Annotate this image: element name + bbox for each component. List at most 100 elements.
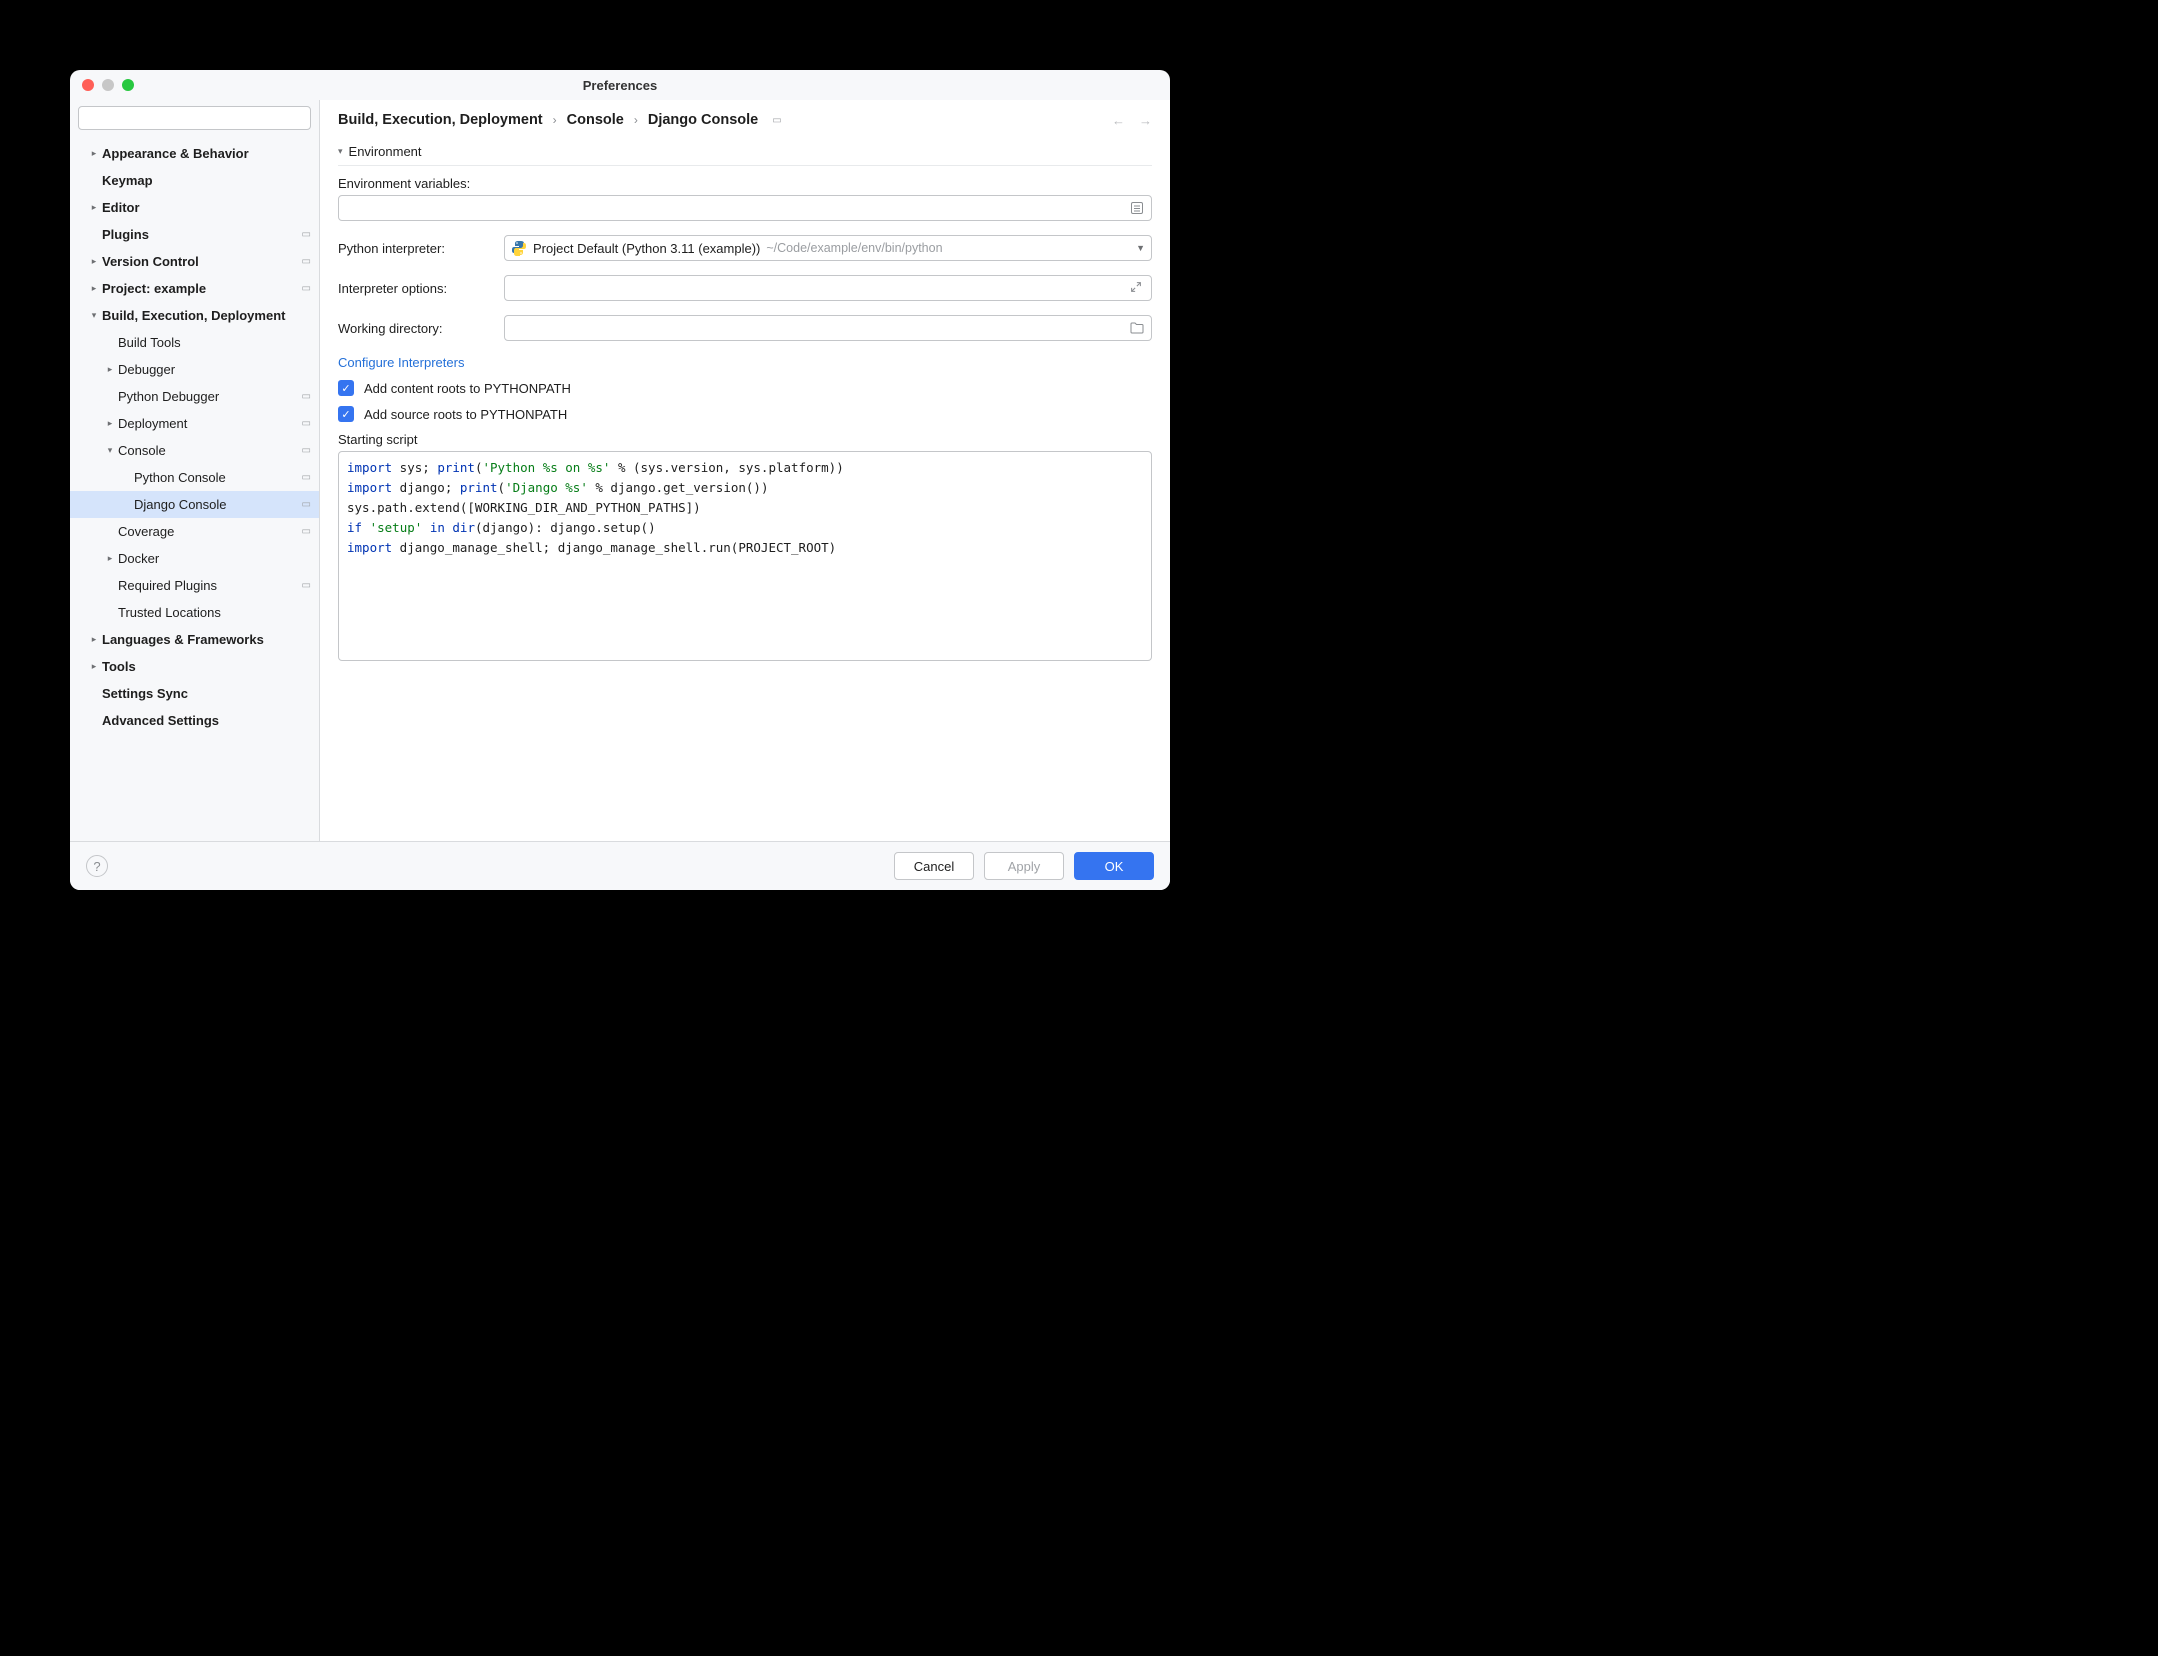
breadcrumb-sep: › [553,113,557,127]
env-vars-label: Environment variables: [338,176,496,191]
sidebar: ▸Appearance & BehaviorKeymap▸EditorPlugi… [70,100,320,841]
add-source-roots-checkbox[interactable]: ✓ Add source roots to PYTHONPATH [338,406,1152,422]
interpreter-options-label: Interpreter options: [338,281,496,296]
search-input[interactable] [78,106,311,130]
tree-item-docker[interactable]: ▸Docker [70,545,319,572]
chevron-right-icon: ▸ [86,148,102,159]
interpreter-label: Python interpreter: [338,241,496,256]
tree-item-project-example[interactable]: ▸Project: example▭ [70,275,319,302]
project-scope-badge-icon: ▭ [302,580,311,591]
interpreter-select[interactable]: Project Default (Python 3.11 (example)) … [504,235,1152,261]
cancel-button[interactable]: Cancel [894,852,974,880]
tree-item-python-debugger[interactable]: Python Debugger▭ [70,383,319,410]
tree-item-label: Advanced Settings [102,713,311,728]
folder-icon[interactable] [1129,320,1145,336]
settings-tree: ▸Appearance & BehaviorKeymap▸EditorPlugi… [70,136,319,835]
add-source-roots-label: Add source roots to PYTHONPATH [364,407,567,422]
preferences-window: Preferences ▸Appearance & BehaviorKeymap… [70,70,1170,890]
tree-item-deployment[interactable]: ▸Deployment▭ [70,410,319,437]
chevron-down-icon: ▾ [338,146,343,157]
starting-script-editor[interactable]: import sys; print('Python %s on %s' % (s… [338,451,1152,661]
chevron-right-icon: ▸ [86,256,102,267]
tree-item-build-tools[interactable]: Build Tools [70,329,319,356]
checkbox-checked-icon: ✓ [338,380,354,396]
list-icon[interactable] [1129,200,1145,216]
interpreter-options-input[interactable] [504,275,1152,301]
add-content-roots-checkbox[interactable]: ✓ Add content roots to PYTHONPATH [338,380,1152,396]
project-scope-badge-icon: ▭ [302,499,311,510]
tree-item-build-execution-deployment[interactable]: ▾Build, Execution, Deployment [70,302,319,329]
tree-item-label: Python Console [134,470,302,485]
section-environment-title: Environment [349,144,422,159]
traffic-lights [82,79,134,91]
chevron-right-icon: ▸ [86,661,102,672]
expand-icon[interactable] [1129,280,1145,296]
tree-item-label: Deployment [118,416,302,431]
interpreter-path: ~/Code/example/env/bin/python [766,241,942,255]
nav-forward-icon[interactable]: → [1139,113,1152,128]
tree-item-django-console[interactable]: Django Console▭ [70,491,319,518]
tree-item-label: Editor [102,200,311,215]
working-dir-label: Working directory: [338,321,496,336]
tree-item-advanced-settings[interactable]: Advanced Settings [70,707,319,734]
project-scope-badge-icon: ▭ [302,526,311,537]
tree-item-coverage[interactable]: Coverage▭ [70,518,319,545]
project-scope-badge-icon: ▭ [302,229,311,240]
chevron-right-icon: ▸ [102,418,118,429]
chevron-right-icon: ▸ [86,283,102,294]
chevron-down-icon: ▾ [102,445,118,456]
tree-item-editor[interactable]: ▸Editor [70,194,319,221]
tree-item-required-plugins[interactable]: Required Plugins▭ [70,572,319,599]
add-content-roots-label: Add content roots to PYTHONPATH [364,381,571,396]
tree-item-label: Settings Sync [102,686,311,701]
section-environment-header[interactable]: ▾ Environment [338,138,1152,166]
tree-item-label: Debugger [118,362,311,377]
project-scope-badge-icon: ▭ [302,418,311,429]
env-vars-input[interactable] [338,195,1152,221]
chevron-right-icon: ▸ [102,553,118,564]
titlebar: Preferences [70,70,1170,100]
project-scope-badge-icon: ▭ [772,115,781,126]
tree-item-label: Version Control [102,254,302,269]
tree-item-appearance-behavior[interactable]: ▸Appearance & Behavior [70,140,319,167]
chevron-right-icon: ▸ [86,634,102,645]
ok-button[interactable]: OK [1074,852,1154,880]
apply-button[interactable]: Apply [984,852,1064,880]
window-minimise-button[interactable] [102,79,114,91]
project-scope-badge-icon: ▭ [302,283,311,294]
project-scope-badge-icon: ▭ [302,391,311,402]
breadcrumb-console[interactable]: Console [567,112,624,128]
breadcrumb-django-console: Django Console [648,112,758,128]
tree-item-python-console[interactable]: Python Console▭ [70,464,319,491]
tree-item-label: Project: example [102,281,302,296]
working-dir-input[interactable] [504,315,1152,341]
tree-item-tools[interactable]: ▸Tools [70,653,319,680]
configure-interpreters-link[interactable]: Configure Interpreters [338,355,464,370]
python-icon [511,240,527,256]
tree-item-label: Console [118,443,302,458]
dialog-footer: ? Cancel Apply OK [70,841,1170,890]
tree-item-settings-sync[interactable]: Settings Sync [70,680,319,707]
window-close-button[interactable] [82,79,94,91]
tree-item-label: Build Tools [118,335,311,350]
window-title: Preferences [583,78,657,93]
breadcrumb-build[interactable]: Build, Execution, Deployment [338,112,543,128]
tree-item-version-control[interactable]: ▸Version Control▭ [70,248,319,275]
tree-item-trusted-locations[interactable]: Trusted Locations [70,599,319,626]
tree-item-label: Appearance & Behavior [102,146,311,161]
chevron-down-icon: ▾ [86,310,102,321]
tree-item-keymap[interactable]: Keymap [70,167,319,194]
content-pane: Build, Execution, Deployment › Console ›… [320,100,1170,841]
help-button[interactable]: ? [86,855,108,877]
tree-item-label: Python Debugger [118,389,302,404]
tree-item-plugins[interactable]: Plugins▭ [70,221,319,248]
tree-item-label: Django Console [134,497,302,512]
tree-item-console[interactable]: ▾Console▭ [70,437,319,464]
window-zoom-button[interactable] [122,79,134,91]
question-icon: ? [93,859,100,874]
nav-back-icon[interactable]: ← [1112,113,1125,128]
project-scope-badge-icon: ▭ [302,256,311,267]
tree-item-languages-frameworks[interactable]: ▸Languages & Frameworks [70,626,319,653]
project-scope-badge-icon: ▭ [302,472,311,483]
tree-item-debugger[interactable]: ▸Debugger [70,356,319,383]
